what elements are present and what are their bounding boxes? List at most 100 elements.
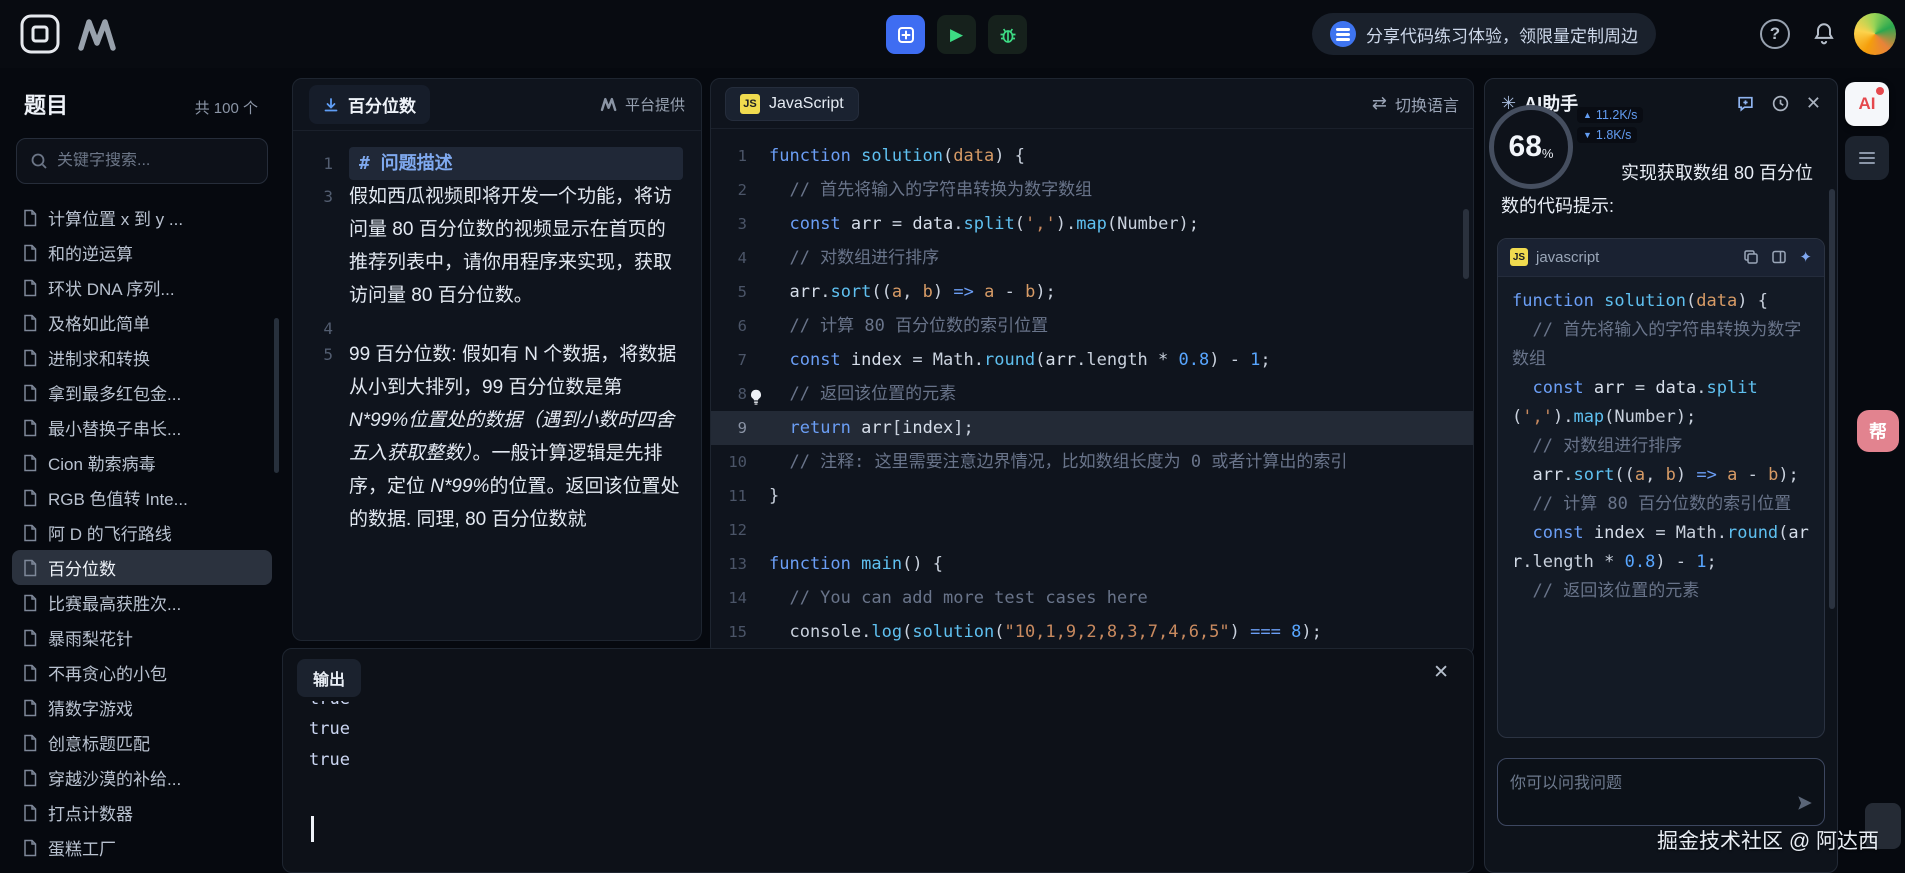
document-icon [22, 454, 38, 472]
document-icon [22, 349, 38, 367]
editor-line[interactable]: 7 const index = Math.round(arr.length * … [711, 343, 1473, 377]
problem-content: 1# 问题描述3假如西瓜视频即将开发一个功能，将访问量 80 百分位数的视频显示… [293, 131, 701, 641]
switch-language-button[interactable]: ⇄ 切换语言 [1372, 92, 1459, 116]
ai-question-input[interactable] [1510, 769, 1812, 815]
insert-code-icon[interactable] [1771, 249, 1787, 265]
list-item[interactable]: 穿越沙漠的补给... [12, 760, 272, 795]
helper-float-button[interactable]: 帮 [1857, 410, 1899, 452]
document-icon [22, 839, 38, 857]
list-item[interactable]: 不再贪心的小包 [12, 655, 272, 690]
editor-line[interactable]: 1function solution(data) { [711, 139, 1473, 173]
down-arrow-icon: ▼ [1583, 130, 1592, 140]
editor-line[interactable]: 13function main() { [711, 547, 1473, 581]
list-item[interactable]: 打点计数器 [12, 795, 272, 830]
editor-line[interactable]: 14 // You can add more test cases here [711, 581, 1473, 615]
editor-line[interactable]: 11} [711, 479, 1473, 513]
editor-line[interactable]: 12 [711, 513, 1473, 547]
sidebar-scrollbar[interactable] [274, 318, 279, 473]
code-language-label: javascript [1536, 249, 1599, 266]
lightbulb-icon[interactable] [747, 384, 767, 404]
editor-line[interactable]: 10 // 注释: 这里需要注意边界情况，比如数组长度为 0 或者计算出的索引 [711, 445, 1473, 479]
tab-javascript[interactable]: JS JavaScript [725, 87, 859, 121]
bell-icon [1812, 21, 1836, 45]
list-item[interactable]: 计算位置 x 到 y ... [12, 200, 272, 235]
list-item[interactable]: 最小替换子串长... [12, 410, 272, 445]
help-button[interactable]: ? [1760, 19, 1790, 49]
problem-line: 4 [307, 312, 683, 338]
problem-panel: 百分位数 平台提供 1# 问题描述3假如西瓜视频即将开发一个功能，将访问量 80… [292, 78, 702, 641]
list-item[interactable]: 比赛最高获胜次... [12, 585, 272, 620]
upload-speed: ▲ 11.2K/s [1577, 107, 1643, 123]
list-item[interactable]: 拿到最多红包金... [12, 375, 272, 410]
list-item-label: 环状 DNA 序列... [48, 275, 175, 300]
list-item[interactable]: 猜数字游戏 [12, 690, 272, 725]
editor-line[interactable]: 6 // 计算 80 百分位数的索引位置 [711, 309, 1473, 343]
history-icon[interactable] [1771, 94, 1790, 113]
list-item-label: 穿越沙漠的补给... [48, 765, 181, 790]
run-toolbar: ▶ [886, 15, 1027, 54]
list-item[interactable]: 和的逆运算 [12, 235, 272, 270]
document-icon [22, 279, 38, 297]
ai-input-box[interactable] [1497, 758, 1825, 826]
editor-code[interactable]: 1function solution(data) {2 // 首先将输入的字符串… [711, 129, 1473, 649]
topbar: ▶ 分享代码练习体验，领限量定制周边 ? [0, 0, 1905, 68]
list-item-label: 计算位置 x 到 y ... [48, 205, 183, 230]
insert-block-button[interactable] [886, 15, 925, 54]
run-button[interactable]: ▶ [937, 15, 976, 54]
search-box[interactable] [16, 138, 268, 184]
problem-title-badge[interactable]: 百分位数 [309, 85, 430, 124]
document-icon [22, 804, 38, 822]
app-logo-icon[interactable] [20, 14, 60, 54]
list-item-label: RGB 色值转 Inte... [48, 485, 188, 510]
editor-line[interactable]: 5 arr.sort((a, b) => a - b); [711, 275, 1473, 309]
list-item[interactable]: 环状 DNA 序列... [12, 270, 272, 305]
gauge-percent: 68 [1509, 130, 1542, 164]
editor-line[interactable]: 15 console.log(solution("10,1,9,2,8,3,7,… [711, 615, 1473, 649]
ai-code-line: function solution(data) { [1512, 287, 1810, 316]
close-icon[interactable]: ✕ [1433, 661, 1449, 684]
ai-code-line: // 返回该位置的元素 [1512, 577, 1810, 606]
js-icon: JS [1510, 248, 1528, 266]
editor-scrollbar[interactable] [1463, 209, 1469, 279]
editor-line[interactable]: 9 return arr[index]; [711, 411, 1473, 445]
list-item[interactable]: 百分位数 [12, 550, 272, 585]
list-item-label: 拿到最多红包金... [48, 380, 181, 405]
list-item[interactable]: 及格如此简单 [12, 305, 272, 340]
list-item[interactable]: 阿 D 的飞行路线 [12, 515, 272, 550]
send-icon[interactable] [1796, 794, 1814, 817]
ai-scrollbar[interactable] [1829, 189, 1835, 609]
share-banner[interactable]: 分享代码练习体验，领限量定制周边 [1312, 13, 1656, 55]
copy-icon[interactable] [1743, 249, 1759, 265]
question-icon: ? [1770, 24, 1780, 44]
tab-label: JavaScript [769, 95, 844, 113]
list-item[interactable]: Cion 勒索病毒 [12, 445, 272, 480]
editor-panel: JS JavaScript ⇄ 切换语言 1function solution(… [710, 78, 1474, 656]
avatar[interactable] [1854, 13, 1896, 55]
new-chat-icon[interactable] [1736, 94, 1755, 113]
ai-code-line: // 对数组进行排序 [1512, 432, 1810, 461]
list-item[interactable]: 创意标题匹配 [12, 725, 272, 760]
list-item-label: 及格如此简单 [48, 310, 150, 335]
download-speed: ▼ 1.8K/s [1577, 127, 1637, 143]
marscode-logo-icon[interactable] [76, 17, 120, 58]
editor-line[interactable]: 8 // 返回该位置的元素 [711, 377, 1473, 411]
sparkle-icon[interactable]: ✦ [1799, 248, 1812, 266]
editor-line[interactable]: 4 // 对数组进行排序 [711, 241, 1473, 275]
ai-code-content: function solution(data) { // 首先将输入的字符串转换… [1498, 277, 1824, 616]
list-item[interactable]: 暴雨梨花针 [12, 620, 272, 655]
extension-button[interactable] [1845, 136, 1889, 180]
editor-line[interactable]: 3 const arr = data.split(',').map(Number… [711, 207, 1473, 241]
notifications-button[interactable] [1812, 21, 1836, 50]
problem-line: 3假如西瓜视频即将开发一个功能，将访问量 80 百分位数的视频显示在首页的推荐列… [307, 180, 683, 312]
ai-extension-button[interactable]: AI [1845, 82, 1889, 126]
document-icon [22, 699, 38, 717]
list-item[interactable]: 进制求和转换 [12, 340, 272, 375]
list-item[interactable]: 蛋糕工厂 [12, 830, 272, 865]
close-icon[interactable]: ✕ [1806, 93, 1821, 114]
search-input[interactable] [57, 152, 254, 170]
editor-line[interactable]: 2 // 首先将输入的字符串转换为数字数组 [711, 173, 1473, 207]
list-item-label: Cion 勒索病毒 [48, 450, 156, 475]
list-item[interactable]: RGB 色值转 Inte... [12, 480, 272, 515]
js-icon: JS [740, 94, 760, 114]
debug-button[interactable] [988, 15, 1027, 54]
